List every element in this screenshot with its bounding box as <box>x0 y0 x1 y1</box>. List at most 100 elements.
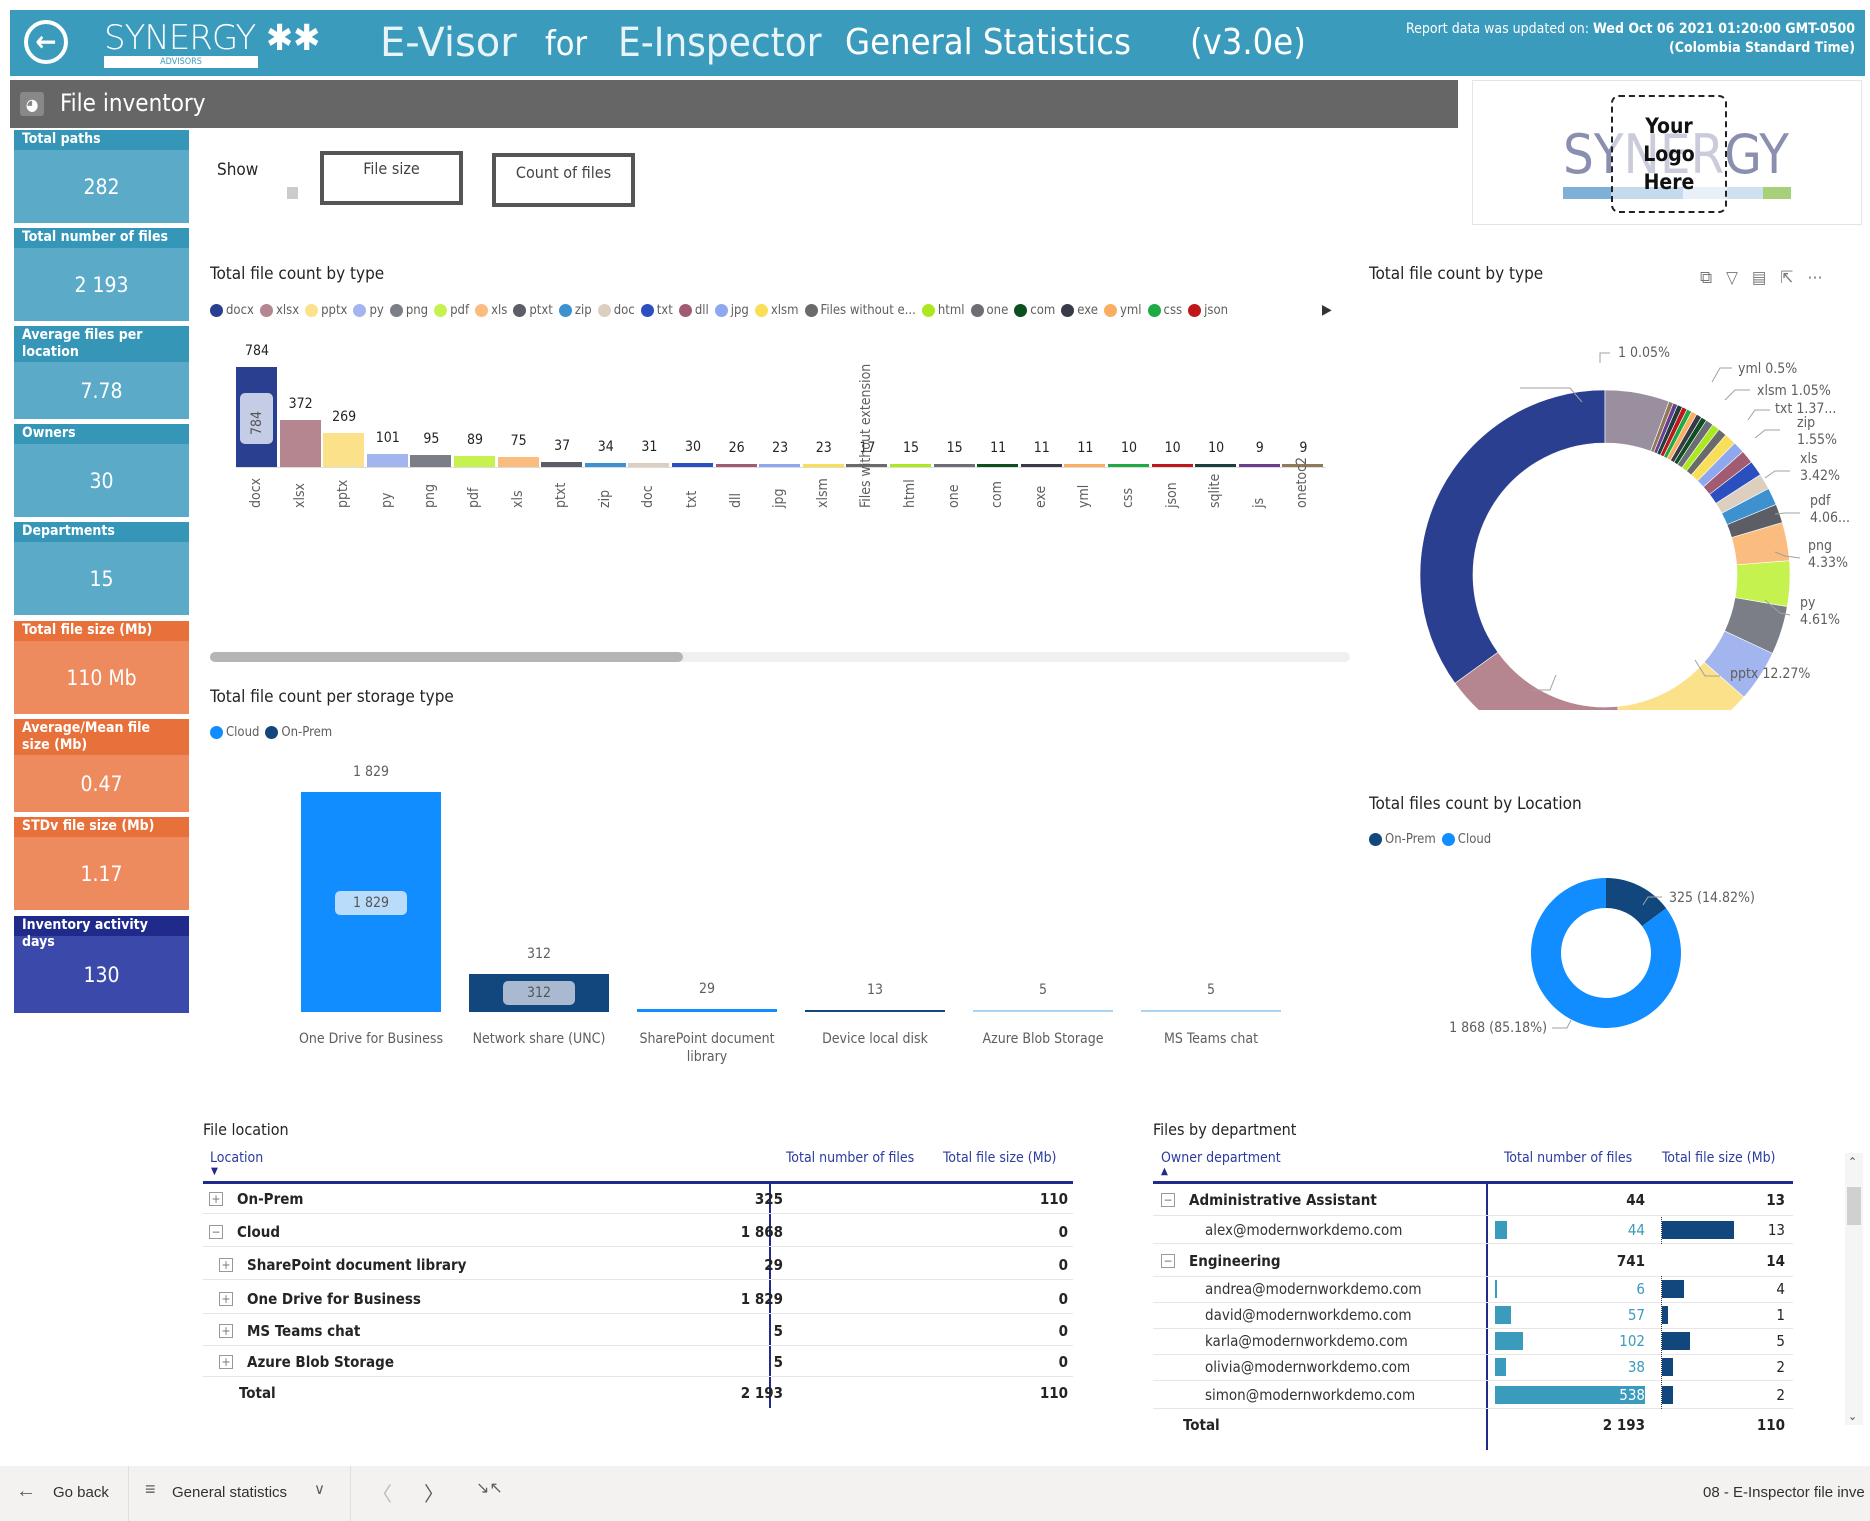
column-header-owner-department[interactable]: Owner department <box>1161 1150 1281 1166</box>
horizontal-scrollbar[interactable] <box>210 652 1350 662</box>
expand-icon[interactable]: + <box>209 1191 223 1206</box>
back-arrow-icon[interactable]: ← <box>24 20 68 64</box>
scroll-down-icon[interactable]: ⌄ <box>1848 1409 1857 1423</box>
legend-item[interactable]: exe <box>1061 303 1098 318</box>
bar[interactable] <box>454 455 495 467</box>
expand-icon[interactable]: + <box>219 1257 233 1272</box>
legend-item[interactable]: dll <box>678 303 709 318</box>
file-size-button[interactable]: File size <box>320 151 463 205</box>
copy-icon[interactable]: ⧉ <box>1700 268 1712 288</box>
legend-item[interactable]: py <box>353 303 384 318</box>
table-row[interactable]: + SharePoint document library 29 0 <box>203 1250 1073 1280</box>
bar[interactable] <box>805 1010 945 1012</box>
bar[interactable] <box>637 1008 777 1012</box>
focus-chart-icon[interactable]: ▤ <box>1752 268 1766 288</box>
legend-item[interactable]: one <box>970 303 1008 318</box>
expand-icon[interactable]: + <box>219 1354 233 1369</box>
legend-item[interactable]: txt <box>640 303 673 318</box>
go-back-button[interactable]: Go back <box>53 1484 109 1501</box>
legend-item[interactable]: Cloud <box>210 725 259 740</box>
table-row[interactable]: + On-Prem 325 110 <box>203 1184 1073 1214</box>
next-page-icon[interactable]: 〉 <box>424 1478 444 1507</box>
expand-icon[interactable]: ⇱ <box>1780 268 1793 288</box>
table-row[interactable]: + Azure Blob Storage 5 0 <box>203 1347 1073 1377</box>
user-row[interactable]: david@modernworkdemo.com 57 1 <box>1153 1302 1793 1329</box>
expand-icon[interactable]: + <box>219 1323 233 1338</box>
bar[interactable] <box>1020 464 1062 467</box>
legend-item[interactable]: jpg <box>714 303 749 318</box>
legend-next-icon[interactable]: ▶ <box>1322 302 1332 318</box>
go-back-arrow-icon[interactable]: ← <box>16 1480 36 1503</box>
previous-page-icon[interactable]: 〈 <box>372 1478 392 1507</box>
table-row[interactable]: − Cloud 1 868 0 <box>203 1217 1073 1247</box>
donut-slice[interactable] <box>1419 389 1606 684</box>
vertical-scrollbar[interactable]: ⌃ ⌄ <box>1845 1153 1863 1425</box>
bar[interactable] <box>1064 464 1106 467</box>
legend-item[interactable]: json <box>1188 303 1228 318</box>
bar[interactable] <box>628 463 670 467</box>
legend-item[interactable]: png <box>389 303 428 318</box>
legend-item[interactable]: On-Prem <box>1369 832 1436 847</box>
user-row[interactable]: karla@modernworkdemo.com 102 5 <box>1153 1328 1793 1355</box>
legend-item[interactable]: xls <box>475 303 507 318</box>
bar[interactable] <box>890 464 931 467</box>
bar[interactable] <box>1108 464 1149 467</box>
legend-item[interactable]: docx <box>210 303 254 318</box>
show-checkbox[interactable] <box>287 187 298 199</box>
column-header-files[interactable]: Total number of files <box>786 1150 914 1166</box>
bar[interactable] <box>541 462 583 467</box>
table-row[interactable]: + One Drive for Business 1 829 0 <box>203 1284 1073 1314</box>
bar[interactable] <box>1238 464 1280 467</box>
user-row[interactable]: simon@modernworkdemo.com 538 2 <box>1153 1382 1793 1409</box>
column-header-size[interactable]: Total file size (Mb) <box>1662 1150 1775 1166</box>
expand-icon[interactable]: + <box>219 1291 233 1306</box>
user-row[interactable]: alex@modernworkdemo.com 44 13 <box>1153 1217 1793 1244</box>
bar[interactable] <box>410 454 452 467</box>
bar[interactable] <box>977 464 1019 467</box>
legend-item[interactable]: Cloud <box>1441 832 1491 847</box>
column-header-location[interactable]: Location <box>210 1150 263 1166</box>
bar[interactable] <box>672 463 713 467</box>
legend-item[interactable]: On-Prem <box>265 725 332 740</box>
legend-item[interactable]: com <box>1014 303 1055 318</box>
legend-item[interactable]: zip <box>558 303 592 318</box>
bar[interactable] <box>973 1010 1113 1012</box>
department-row[interactable]: − Administrative Assistant 44 13 <box>1153 1184 1793 1216</box>
table-row[interactable]: + MS Teams chat 5 0 <box>203 1316 1073 1346</box>
bar[interactable] <box>497 457 539 467</box>
page-selector[interactable]: General statistics <box>172 1484 287 1501</box>
chevron-down-icon[interactable]: ∨ <box>314 1480 325 1498</box>
user-row[interactable]: andrea@modernworkdemo.com 6 4 <box>1153 1276 1793 1303</box>
legend-item[interactable]: doc <box>597 303 635 318</box>
more-icon[interactable]: ⋯ <box>1807 268 1822 288</box>
legend-item[interactable]: ptxt <box>513 303 553 318</box>
count-of-files-button[interactable]: Count of files <box>492 153 635 207</box>
scrollbar-thumb[interactable] <box>1847 1187 1861 1225</box>
legend-item[interactable]: html <box>921 303 965 318</box>
collapse-icon[interactable]: − <box>1161 1192 1175 1207</box>
legend-item[interactable]: Files without e... <box>804 303 916 318</box>
bar[interactable] <box>323 432 365 467</box>
department-row[interactable]: − Engineering 741 14 <box>1153 1245 1793 1277</box>
legend-item[interactable]: pptx <box>305 303 347 318</box>
legend-item[interactable]: xlsm <box>754 303 799 318</box>
bar[interactable] <box>933 464 975 467</box>
legend-item[interactable]: xlsx <box>259 303 299 318</box>
bar[interactable] <box>715 463 757 467</box>
collapse-icon[interactable]: − <box>1161 1253 1175 1268</box>
exit-fullscreen-icon[interactable]: ↘↖ <box>476 1478 503 1498</box>
column-header-size[interactable]: Total file size (Mb) <box>943 1150 1056 1166</box>
column-header-files[interactable]: Total number of files <box>1504 1150 1632 1166</box>
bar[interactable] <box>1141 1010 1281 1012</box>
scrollbar-thumb[interactable] <box>210 652 683 662</box>
bar[interactable] <box>584 462 626 467</box>
filter-icon[interactable]: ▽ <box>1726 268 1738 288</box>
bar[interactable] <box>1195 464 1237 467</box>
user-row[interactable]: olivia@modernworkdemo.com 38 2 <box>1153 1354 1793 1381</box>
legend-item[interactable]: yml <box>1103 303 1142 318</box>
bar[interactable] <box>1151 464 1193 467</box>
bar[interactable] <box>802 464 844 467</box>
bar[interactable] <box>366 454 408 467</box>
bar[interactable] <box>279 419 321 467</box>
legend-item[interactable]: css <box>1147 303 1182 318</box>
